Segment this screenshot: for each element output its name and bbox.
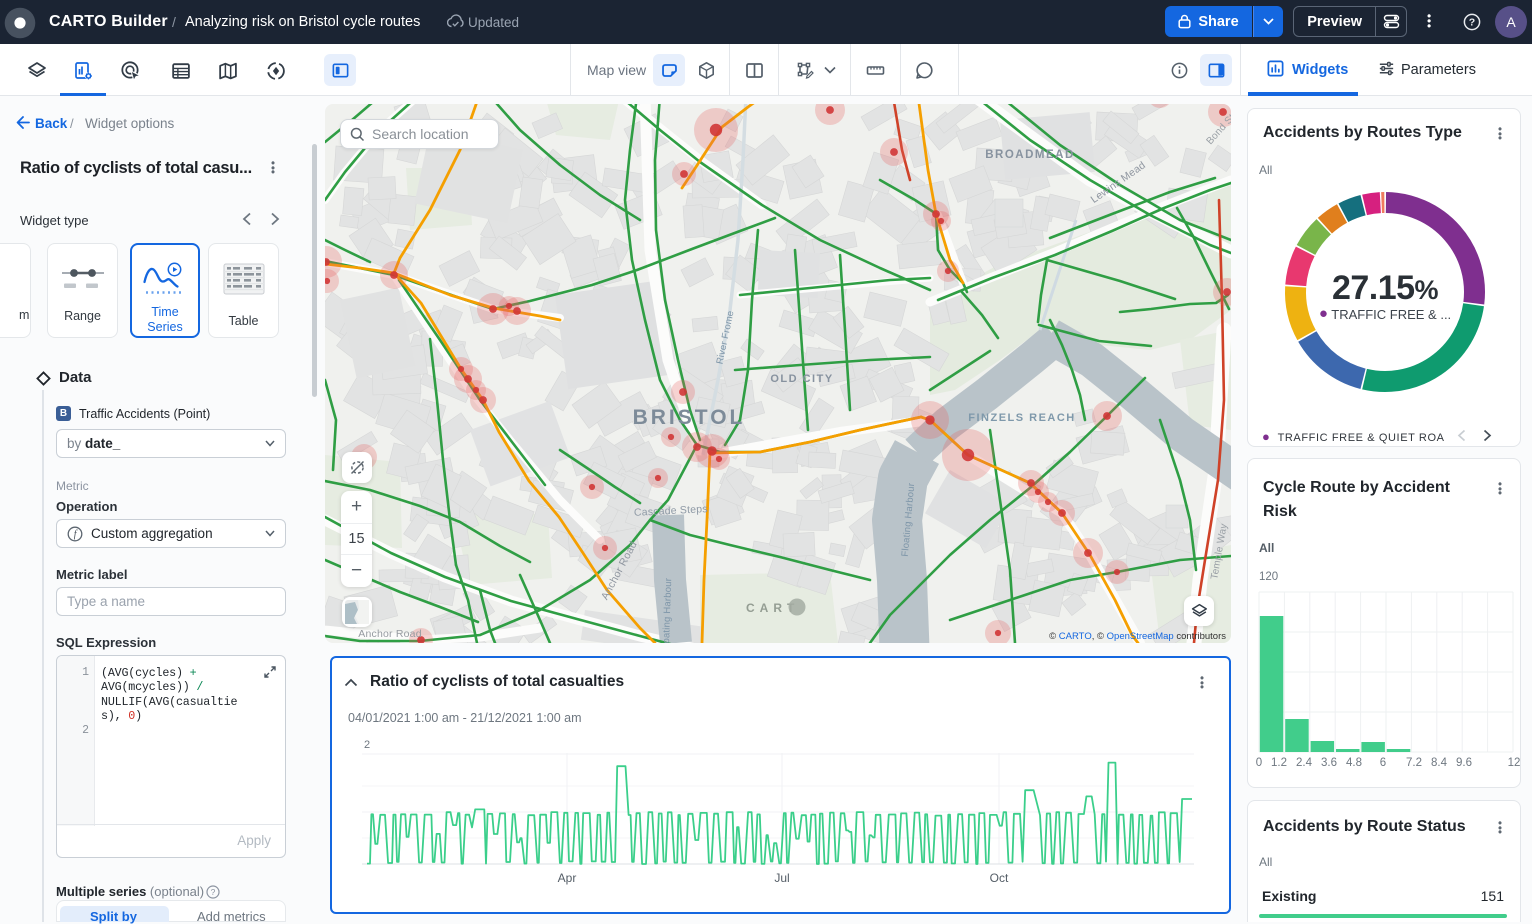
svg-text:8.4: 8.4 — [1431, 757, 1448, 769]
svg-text:Floating Harbour: Floating Harbour — [661, 578, 675, 643]
svg-text:3.6: 3.6 — [1321, 757, 1337, 769]
svg-text:?: ? — [211, 887, 216, 897]
svg-text:6: 6 — [1380, 757, 1386, 769]
svg-text:OLD CITY: OLD CITY — [770, 373, 833, 385]
svg-text:f: f — [74, 529, 78, 540]
svg-text:1.2: 1.2 — [1271, 757, 1287, 769]
svg-text:?: ? — [1469, 17, 1475, 29]
svg-text:0: 0 — [1256, 757, 1262, 769]
svg-text:12: 12 — [1508, 757, 1521, 769]
svg-text:BRISTOL: BRISTOL — [633, 406, 746, 429]
svg-text:Jul: Jul — [774, 871, 789, 885]
svg-text:2.4: 2.4 — [1296, 757, 1313, 769]
svg-text:7.2: 7.2 — [1406, 757, 1422, 769]
svg-text:2: 2 — [364, 739, 370, 751]
svg-text:BROADMEAD: BROADMEAD — [985, 149, 1075, 161]
svg-text:FINZELS REACH: FINZELS REACH — [968, 412, 1076, 424]
svg-text:9.6: 9.6 — [1456, 757, 1472, 769]
svg-text:Anchor Road: Anchor Road — [358, 628, 422, 640]
svg-text:4.8: 4.8 — [1346, 757, 1362, 769]
svg-text:Oct: Oct — [990, 871, 1009, 885]
svg-text:Apr: Apr — [558, 871, 577, 885]
